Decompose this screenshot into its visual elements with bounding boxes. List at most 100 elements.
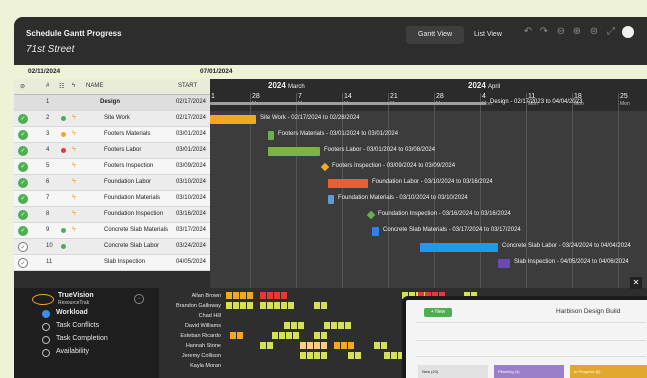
gantt-bar[interactable] <box>268 131 274 140</box>
workload-cell[interactable] <box>247 302 253 309</box>
workload-cell[interactable] <box>384 352 390 359</box>
workload-cell[interactable] <box>281 292 287 299</box>
menu-item-workload[interactable]: Workload <box>56 309 88 316</box>
workload-cell[interactable] <box>293 332 299 339</box>
menu-radio-icon[interactable] <box>42 323 50 331</box>
task-row[interactable]: ✓ 11 Slab Inspection 04/05/2024 <box>14 255 210 271</box>
kanban-column-in-progress[interactable]: In Progress (6) <box>570 365 647 378</box>
status-check-icon[interactable]: ✓ <box>18 242 28 252</box>
workload-cell[interactable] <box>300 352 306 359</box>
redo-icon[interactable]: ↷ <box>538 26 550 38</box>
workload-cell[interactable] <box>321 342 327 349</box>
status-check-icon[interactable]: ✓ <box>18 258 28 268</box>
workload-cell[interactable] <box>374 342 380 349</box>
workload-cell[interactable] <box>281 302 287 309</box>
menu-item-task-conflicts[interactable]: Task Conflicts <box>56 322 99 329</box>
status-check-icon[interactable]: ✓ <box>18 146 28 156</box>
status-check-icon[interactable]: ✓ <box>18 178 28 188</box>
workload-cell[interactable] <box>260 342 266 349</box>
workload-cell[interactable] <box>274 292 280 299</box>
workload-cell[interactable] <box>314 302 320 309</box>
task-row[interactable]: ✓ 5 ϟ Footers Inspection 03/09/2024 <box>14 159 210 175</box>
workload-cell[interactable] <box>240 302 246 309</box>
menu-radio-icon[interactable] <box>42 310 50 318</box>
workload-cell[interactable] <box>233 302 239 309</box>
menu-radio-icon[interactable] <box>42 349 50 357</box>
kanban-column-planning[interactable]: Planning (4) <box>494 365 564 378</box>
status-check-icon[interactable]: ✓ <box>18 162 28 172</box>
workload-cell[interactable] <box>230 332 236 339</box>
workload-cell[interactable] <box>286 332 292 339</box>
workload-cell[interactable] <box>314 352 320 359</box>
workload-cell[interactable] <box>324 322 330 329</box>
task-row[interactable]: ✓ 10 Concrete Slab Labor 03/24/2024 <box>14 239 210 255</box>
workload-cell[interactable] <box>272 332 278 339</box>
zoom-in-icon[interactable]: ⊕ <box>571 26 583 38</box>
task-row[interactable]: ✓ 2 ϟ Site Work 02/17/2024 <box>14 111 210 127</box>
workload-cell[interactable] <box>345 322 351 329</box>
menu-item-availability[interactable]: Availability <box>56 348 89 355</box>
list-view-tab[interactable]: List View <box>462 26 514 44</box>
workload-cell[interactable] <box>331 322 337 329</box>
workload-cell[interactable] <box>233 292 239 299</box>
task-row[interactable]: ✓ 6 ϟ Foundation Labor 03/10/2024 <box>14 175 210 191</box>
workload-cell[interactable] <box>321 332 327 339</box>
gantt-bar[interactable] <box>320 162 330 172</box>
task-row[interactable]: ✓ 8 ϟ Foundation Inspection 03/16/2024 <box>14 207 210 223</box>
workload-cell[interactable] <box>226 292 232 299</box>
gantt-bar[interactable] <box>210 102 486 105</box>
workload-cell[interactable] <box>260 302 266 309</box>
status-check-icon[interactable]: ✓ <box>18 114 28 124</box>
new-button[interactable]: + New <box>424 308 452 317</box>
gantt-bar[interactable] <box>366 210 376 220</box>
workload-cell[interactable] <box>341 342 347 349</box>
workload-cell[interactable] <box>279 332 285 339</box>
workload-cell[interactable] <box>298 322 304 329</box>
task-row[interactable]: 1 Design 02/17/2024 <box>14 95 210 111</box>
gantt-bar[interactable] <box>268 147 320 156</box>
filter-icon[interactable]: ⊜ <box>588 26 600 38</box>
gantt-bar[interactable] <box>210 115 256 124</box>
workload-cell[interactable] <box>348 342 354 349</box>
workload-cell[interactable] <box>355 352 361 359</box>
kanban-column-new[interactable]: New (10) <box>418 365 488 378</box>
workload-cell[interactable] <box>226 302 232 309</box>
workload-cell[interactable] <box>307 352 313 359</box>
task-row[interactable]: ✓ 9 ϟ Concrete Slab Materials 03/17/2024 <box>14 223 210 239</box>
workload-cell[interactable] <box>240 292 246 299</box>
close-panel-icon[interactable]: − <box>134 294 144 304</box>
status-check-icon[interactable]: ✓ <box>18 130 28 140</box>
workload-cell[interactable] <box>321 352 327 359</box>
fullscreen-icon[interactable]: ⤢ <box>605 26 617 38</box>
gantt-view-tab[interactable]: Gantt View <box>406 26 465 44</box>
workload-cell[interactable] <box>284 322 290 329</box>
workload-cell[interactable] <box>288 302 294 309</box>
status-check-icon[interactable]: ✓ <box>18 210 28 220</box>
workload-cell[interactable] <box>314 342 320 349</box>
gantt-bar[interactable] <box>420 243 498 252</box>
workload-cell[interactable] <box>267 302 273 309</box>
workload-cell[interactable] <box>381 342 387 349</box>
workload-cell[interactable] <box>274 302 280 309</box>
task-row[interactable]: ✓ 4 ϟ Footers Labor 03/01/2024 <box>14 143 210 159</box>
workload-cell[interactable] <box>334 342 340 349</box>
task-row[interactable]: ✓ 3 ϟ Footers Materials 03/01/2024 <box>14 127 210 143</box>
undo-icon[interactable]: ↶ <box>522 26 534 38</box>
workload-cell[interactable] <box>260 292 266 299</box>
workload-cell[interactable] <box>321 302 327 309</box>
menu-radio-icon[interactable] <box>42 336 50 344</box>
gantt-bar[interactable] <box>498 259 510 268</box>
gantt-bar[interactable] <box>328 195 334 204</box>
close-icon[interactable]: ✕ <box>630 277 642 289</box>
status-check-icon[interactable]: ✓ <box>18 194 28 204</box>
workload-cell[interactable] <box>247 292 253 299</box>
workload-cell[interactable] <box>348 352 354 359</box>
workload-cell[interactable] <box>338 322 344 329</box>
workload-cell[interactable] <box>267 342 273 349</box>
status-check-icon[interactable]: ✓ <box>18 226 28 236</box>
zoom-out-icon[interactable]: ⊖ <box>555 26 567 38</box>
workload-cell[interactable] <box>291 322 297 329</box>
workload-cell[interactable] <box>314 332 320 339</box>
workload-cell[interactable] <box>267 292 273 299</box>
workload-cell[interactable] <box>391 352 397 359</box>
